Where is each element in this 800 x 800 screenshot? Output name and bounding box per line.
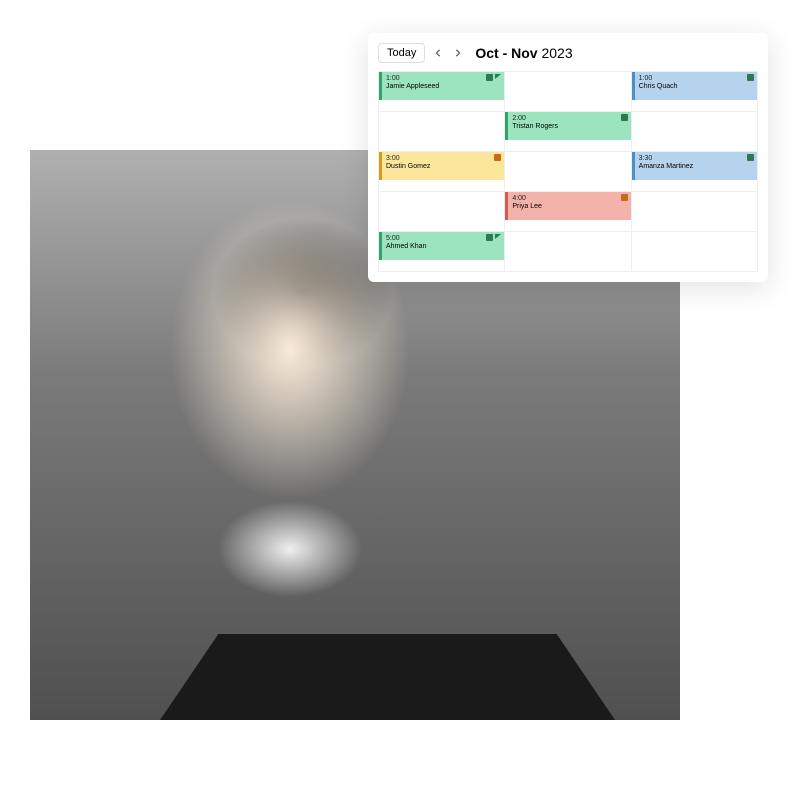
event-time: 1:00 — [639, 75, 753, 83]
calendar-event[interactable]: 1:00 Jamie Appleseed — [379, 72, 504, 100]
event-name: Jamie Appleseed — [386, 83, 500, 91]
event-name: Amanza Martinez — [639, 163, 753, 171]
calendar-cell[interactable] — [379, 192, 505, 232]
document-icon — [494, 154, 501, 161]
chat-icon — [495, 74, 501, 79]
calendar-cell[interactable] — [632, 112, 758, 152]
event-time: 4:00 — [512, 195, 626, 203]
event-icons — [486, 234, 501, 241]
document-icon — [486, 74, 493, 81]
calendar-cell[interactable] — [505, 72, 631, 112]
event-name: Tristan Rogers — [512, 123, 626, 131]
event-time: 3:30 — [639, 155, 753, 163]
calendar-cell[interactable]: 5:00 Ahmed Khan — [379, 232, 505, 272]
calendar-event[interactable]: 5:00 Ahmed Khan — [379, 232, 504, 260]
calendar-cell[interactable] — [505, 232, 631, 272]
document-icon — [621, 114, 628, 121]
calendar-event[interactable]: 4:00 Priya Lee — [505, 192, 630, 220]
calendar-cell[interactable]: 2:00 Tristan Rogers — [505, 112, 631, 152]
calendar-cell[interactable] — [505, 152, 631, 192]
document-icon — [486, 234, 493, 241]
event-icons — [621, 194, 628, 201]
date-range-year: 2023 — [541, 45, 572, 61]
calendar-event[interactable]: 1:00 Chris Quach — [632, 72, 757, 100]
document-icon — [747, 74, 754, 81]
calendar-cell[interactable]: 3:00 Dustin Gomez — [379, 152, 505, 192]
calendar-cell[interactable]: 1:00 Jamie Appleseed — [379, 72, 505, 112]
prev-arrow-icon[interactable] — [431, 46, 445, 60]
calendar-event[interactable]: 3:00 Dustin Gomez — [379, 152, 504, 180]
event-icons — [747, 74, 754, 81]
calendar-cell[interactable] — [632, 192, 758, 232]
chat-icon — [495, 234, 501, 239]
event-icons — [621, 114, 628, 121]
calendar-grid: 1:00 Jamie Appleseed 1:00 Chris Quach — [378, 71, 758, 272]
next-arrow-icon[interactable] — [451, 46, 465, 60]
calendar-cell[interactable] — [379, 112, 505, 152]
document-icon — [621, 194, 628, 201]
event-time: 3:00 — [386, 155, 500, 163]
today-button[interactable]: Today — [378, 43, 425, 63]
event-name: Ahmed Khan — [386, 243, 500, 251]
document-icon — [747, 154, 754, 161]
calendar-event[interactable]: 2:00 Tristan Rogers — [505, 112, 630, 140]
date-range: Oct - Nov 2023 — [475, 45, 572, 61]
event-time: 1:00 — [386, 75, 500, 83]
calendar-header: Today Oct - Nov 2023 — [378, 43, 758, 63]
calendar-event[interactable]: 3:30 Amanza Martinez — [632, 152, 757, 180]
calendar-cell[interactable]: 1:00 Chris Quach — [632, 72, 758, 112]
date-range-month: Oct - Nov — [475, 45, 537, 61]
event-time: 5:00 — [386, 235, 500, 243]
event-name: Priya Lee — [512, 203, 626, 211]
calendar-panel: Today Oct - Nov 2023 1:00 Jamie Applesee… — [368, 33, 768, 282]
event-icons — [747, 154, 754, 161]
event-time: 2:00 — [512, 115, 626, 123]
calendar-cell[interactable]: 3:30 Amanza Martinez — [632, 152, 758, 192]
event-icons — [486, 74, 501, 81]
calendar-cell[interactable] — [632, 232, 758, 272]
event-icons — [494, 154, 501, 161]
calendar-cell[interactable]: 4:00 Priya Lee — [505, 192, 631, 232]
event-name: Chris Quach — [639, 83, 753, 91]
event-name: Dustin Gomez — [386, 163, 500, 171]
